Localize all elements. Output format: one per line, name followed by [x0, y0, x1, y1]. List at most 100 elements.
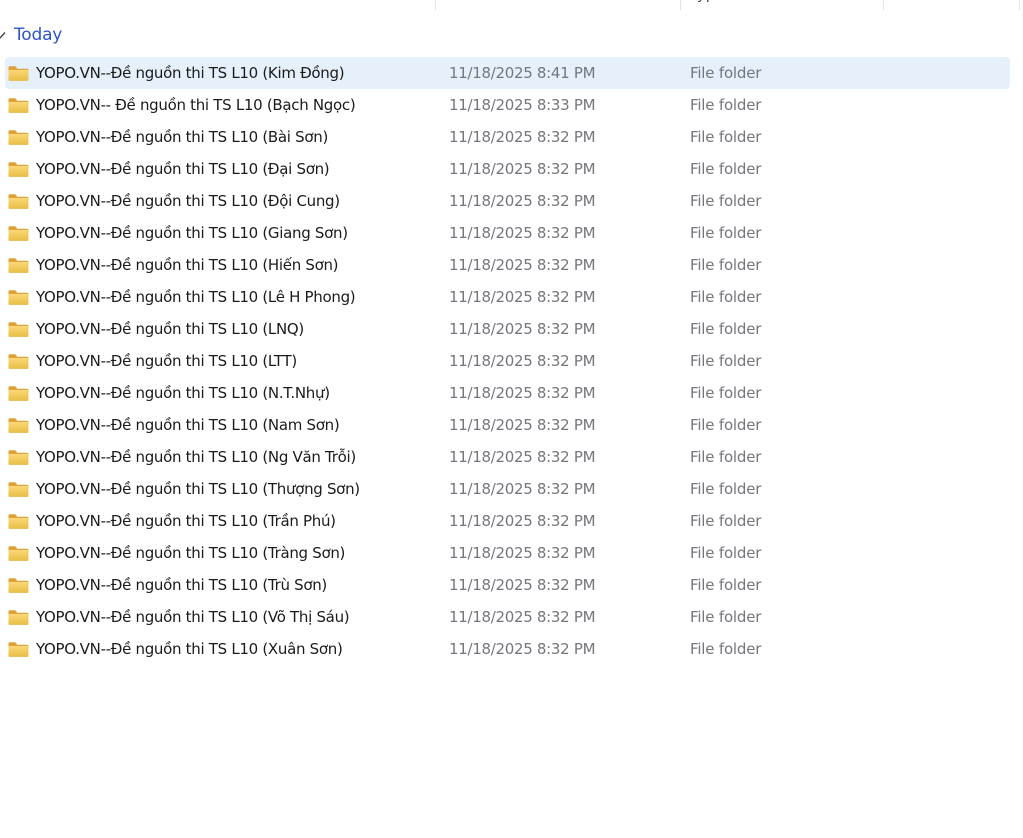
group-header-label[interactable]: Today [14, 25, 62, 45]
file-name[interactable]: YOPO.VN--Đề nguồn thi TS L10 (Lê H Phong… [36, 281, 434, 313]
file-date-modified: 11/18/2025 8:32 PM [449, 537, 675, 569]
file-type: File folder [690, 569, 880, 601]
file-date-modified: 11/18/2025 8:32 PM [449, 505, 675, 537]
file-date-modified: 11/18/2025 8:32 PM [449, 217, 675, 249]
file-row[interactable]: YOPO.VN--Đề nguồn thi TS L10 (Lê H Phong… [0, 281, 1023, 313]
file-row[interactable]: YOPO.VN--Đề nguồn thi TS L10 (Đại Sơn) 1… [0, 153, 1023, 185]
file-row[interactable]: YOPO.VN--Đề nguồn thi TS L10 (Hiến Sơn) … [0, 249, 1023, 281]
file-row[interactable]: YOPO.VN--Đề nguồn thi TS L10 (Nam Sơn) 1… [0, 409, 1023, 441]
file-name[interactable]: YOPO.VN--Đề nguồn thi TS L10 (Nam Sơn) [36, 409, 434, 441]
file-date-modified: 11/18/2025 8:32 PM [449, 377, 675, 409]
file-name[interactable]: YOPO.VN--Đề nguồn thi TS L10 (Trù Sơn) [36, 569, 434, 601]
file-name[interactable]: YOPO.VN--Đề nguồn thi TS L10 (LNQ) [36, 313, 434, 345]
column-header-type[interactable]: Type [680, 0, 880, 10]
file-row[interactable]: YOPO.VN--Đề nguồn thi TS L10 (Kim Đồng) … [0, 57, 1023, 89]
file-type: File folder [690, 377, 880, 409]
file-type: File folder [690, 505, 880, 537]
file-type: File folder [690, 281, 880, 313]
chevron-down-icon[interactable] [0, 31, 6, 40]
folder-icon [8, 377, 30, 409]
file-row[interactable]: YOPO.VN--Đề nguồn thi TS L10 (Tràng Sơn)… [0, 537, 1023, 569]
file-name[interactable]: YOPO.VN-- Đề nguồn thi TS L10 (Bạch Ngọc… [36, 89, 434, 121]
file-row[interactable]: YOPO.VN--Đề nguồn thi TS L10 (LNQ) 11/18… [0, 313, 1023, 345]
file-date-modified: 11/18/2025 8:41 PM [449, 57, 675, 89]
folder-icon [8, 601, 30, 633]
file-name[interactable]: YOPO.VN--Đề nguồn thi TS L10 (Đại Sơn) [36, 153, 434, 185]
folder-icon [8, 57, 30, 89]
file-type: File folder [690, 537, 880, 569]
folder-icon [8, 633, 30, 665]
file-row[interactable]: YOPO.VN--Đề nguồn thi TS L10 (Trần Phú) … [0, 505, 1023, 537]
file-row[interactable]: YOPO.VN--Đề nguồn thi TS L10 (Võ Thị Sáu… [0, 601, 1023, 633]
file-type: File folder [690, 249, 880, 281]
column-header-strip: Type [0, 0, 1023, 10]
file-row[interactable]: YOPO.VN--Đề nguồn thi TS L10 (N.T.Nhự) 1… [0, 377, 1023, 409]
file-name[interactable]: YOPO.VN--Đề nguồn thi TS L10 (Xuân Sơn) [36, 633, 434, 665]
column-resize-handle[interactable] [435, 0, 436, 10]
file-row[interactable]: YOPO.VN--Đề nguồn thi TS L10 (LTT) 11/18… [0, 345, 1023, 377]
file-date-modified: 11/18/2025 8:32 PM [449, 409, 675, 441]
file-row[interactable]: YOPO.VN--Đề nguồn thi TS L10 (Trù Sơn) 1… [0, 569, 1023, 601]
file-date-modified: 11/18/2025 8:32 PM [449, 633, 675, 665]
file-type: File folder [690, 185, 880, 217]
file-type: File folder [690, 57, 880, 89]
file-name[interactable]: YOPO.VN--Đề nguồn thi TS L10 (Bài Sơn) [36, 121, 434, 153]
column-resize-handle[interactable] [883, 0, 884, 10]
file-explorer-window: Type Today YOPO.VN--Đề nguồn thi TS L10 … [0, 0, 1023, 838]
folder-icon [8, 537, 30, 569]
file-date-modified: 11/18/2025 8:32 PM [449, 185, 675, 217]
folder-icon [8, 441, 30, 473]
file-row[interactable]: YOPO.VN--Đề nguồn thi TS L10 (Ng Văn Trỗ… [0, 441, 1023, 473]
file-name[interactable]: YOPO.VN--Đề nguồn thi TS L10 (N.T.Nhự) [36, 377, 434, 409]
file-type: File folder [690, 441, 880, 473]
file-name[interactable]: YOPO.VN--Đề nguồn thi TS L10 (Giang Sơn) [36, 217, 434, 249]
file-type: File folder [690, 601, 880, 633]
file-type: File folder [690, 409, 880, 441]
file-type: File folder [690, 345, 880, 377]
file-row[interactable]: YOPO.VN--Đề nguồn thi TS L10 (Xuân Sơn) … [0, 633, 1023, 665]
folder-icon [8, 249, 30, 281]
file-list: YOPO.VN--Đề nguồn thi TS L10 (Kim Đồng) … [0, 57, 1023, 665]
file-row[interactable]: YOPO.VN-- Đề nguồn thi TS L10 (Bạch Ngọc… [0, 89, 1023, 121]
file-date-modified: 11/18/2025 8:32 PM [449, 441, 675, 473]
column-resize-handle[interactable] [1019, 0, 1020, 10]
file-date-modified: 11/18/2025 8:32 PM [449, 345, 675, 377]
file-date-modified: 11/18/2025 8:33 PM [449, 89, 675, 121]
file-name[interactable]: YOPO.VN--Đề nguồn thi TS L10 (Tràng Sơn) [36, 537, 434, 569]
folder-icon [8, 185, 30, 217]
file-name[interactable]: YOPO.VN--Đề nguồn thi TS L10 (Ng Văn Trỗ… [36, 441, 434, 473]
file-type: File folder [690, 633, 880, 665]
folder-icon [8, 409, 30, 441]
column-header-type-label: Type [690, 0, 724, 3]
group-header-today[interactable]: Today [0, 24, 400, 50]
folder-icon [8, 569, 30, 601]
file-date-modified: 11/18/2025 8:32 PM [449, 601, 675, 633]
folder-icon [8, 345, 30, 377]
file-type: File folder [690, 217, 880, 249]
file-type: File folder [690, 313, 880, 345]
file-name[interactable]: YOPO.VN--Đề nguồn thi TS L10 (Thượng Sơn… [36, 473, 434, 505]
file-row[interactable]: YOPO.VN--Đề nguồn thi TS L10 (Thượng Sơn… [0, 473, 1023, 505]
file-row[interactable]: YOPO.VN--Đề nguồn thi TS L10 (Bài Sơn) 1… [0, 121, 1023, 153]
file-row[interactable]: YOPO.VN--Đề nguồn thi TS L10 (Đội Cung) … [0, 185, 1023, 217]
folder-icon [8, 313, 30, 345]
folder-icon [8, 505, 30, 537]
file-type: File folder [690, 153, 880, 185]
file-date-modified: 11/18/2025 8:32 PM [449, 249, 675, 281]
file-row[interactable]: YOPO.VN--Đề nguồn thi TS L10 (Giang Sơn)… [0, 217, 1023, 249]
file-name[interactable]: YOPO.VN--Đề nguồn thi TS L10 (Kim Đồng) [36, 57, 434, 89]
file-name[interactable]: YOPO.VN--Đề nguồn thi TS L10 (Võ Thị Sáu… [36, 601, 434, 633]
file-name[interactable]: YOPO.VN--Đề nguồn thi TS L10 (Trần Phú) [36, 505, 434, 537]
file-type: File folder [690, 121, 880, 153]
file-type: File folder [690, 89, 880, 121]
file-date-modified: 11/18/2025 8:32 PM [449, 153, 675, 185]
file-name[interactable]: YOPO.VN--Đề nguồn thi TS L10 (Đội Cung) [36, 185, 434, 217]
folder-icon [8, 281, 30, 313]
file-name[interactable]: YOPO.VN--Đề nguồn thi TS L10 (LTT) [36, 345, 434, 377]
folder-icon [8, 473, 30, 505]
file-date-modified: 11/18/2025 8:32 PM [449, 473, 675, 505]
folder-icon [8, 153, 30, 185]
file-date-modified: 11/18/2025 8:32 PM [449, 281, 675, 313]
folder-icon [8, 89, 30, 121]
file-name[interactable]: YOPO.VN--Đề nguồn thi TS L10 (Hiến Sơn) [36, 249, 434, 281]
